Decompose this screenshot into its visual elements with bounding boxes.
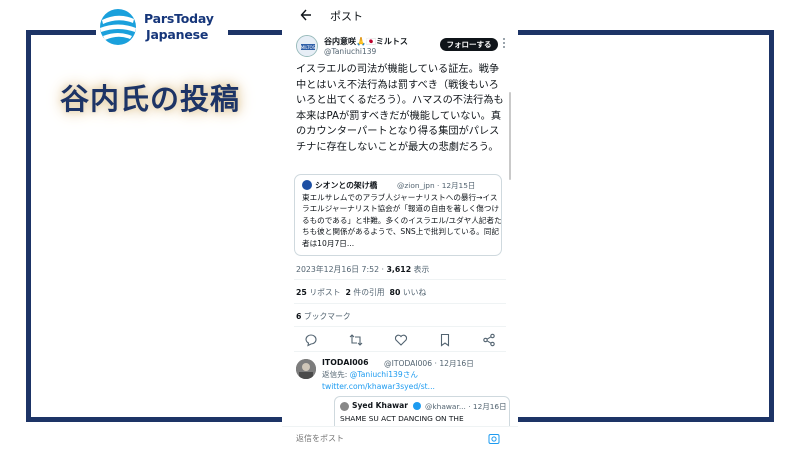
views-label: 表示 bbox=[411, 265, 430, 274]
post-topbar: ポスト bbox=[282, 0, 518, 30]
reply-quoted-meta: @khawar... · 12月16日 bbox=[425, 402, 507, 411]
reply-post[interactable]: ITODAI006 @ITODAI006 · 12月16日 返信先: @Tani… bbox=[296, 357, 510, 436]
tweet-screenshot: ポスト MILTOS 谷内意咲🙏🇯🇵ミルトス @Taniuchi139 フォロー… bbox=[282, 0, 518, 450]
divider bbox=[294, 279, 506, 280]
likes-label[interactable]: いいね bbox=[400, 288, 426, 297]
parstoday-logo: ParsToday Japanese bbox=[96, 6, 228, 48]
reply-to: 返信先: @Taniuchi139さん bbox=[322, 369, 418, 380]
logo-line-2: Japanese bbox=[146, 27, 209, 42]
quoted-text: 東エルサレムでのアラブ人ジャーナリストへの暴行→イスラエルジャーナリスト協会が「… bbox=[302, 193, 502, 248]
divider bbox=[294, 326, 506, 327]
repost-icon[interactable] bbox=[349, 333, 363, 347]
quoted-author-avatar bbox=[302, 180, 312, 190]
quotes-label[interactable]: 件の引用 bbox=[351, 288, 390, 297]
bookmark-stats: 6 ブックマーク bbox=[296, 311, 351, 322]
likes-count[interactable]: 80 bbox=[390, 288, 401, 297]
reposts-label[interactable]: リポスト bbox=[307, 288, 346, 297]
reply-avatar-image-icon bbox=[296, 359, 316, 379]
like-icon[interactable] bbox=[394, 333, 408, 347]
reply-to-mention[interactable]: @Taniuchi139さん bbox=[350, 370, 418, 379]
engagement-stats: 25 リポスト 2 件の引用 80 いいね bbox=[296, 287, 426, 298]
globe-logo-icon bbox=[100, 9, 136, 45]
reply-author-avatar[interactable] bbox=[296, 359, 316, 379]
bookmark-icon[interactable] bbox=[438, 333, 452, 347]
logo-wordmark: ParsToday Japanese bbox=[144, 10, 214, 42]
logo-line-1: ParsToday bbox=[144, 10, 214, 26]
author-name[interactable]: 谷内意咲🙏🇯🇵ミルトス bbox=[324, 36, 408, 47]
reply-link[interactable]: twitter.com/khawar3syed/st... bbox=[322, 382, 435, 391]
quoted-meta: @zion_jpn · 12月15日 bbox=[397, 181, 476, 190]
action-bar bbox=[294, 333, 506, 347]
avatar-image-icon: MILTOS bbox=[297, 36, 317, 56]
svg-text:MILTOS: MILTOS bbox=[301, 45, 316, 50]
author-handle[interactable]: @Taniuchi139 bbox=[324, 47, 376, 56]
reposts-count[interactable]: 25 bbox=[296, 288, 307, 297]
reply-quoted-name: Syed Khawar bbox=[352, 401, 408, 410]
bookmarks-label[interactable]: ブックマーク bbox=[301, 312, 351, 321]
post-text: イスラエルの司法が機能している証左。戦争中とはいえ不法行為は罰すべき（戦後もいろ… bbox=[296, 64, 504, 153]
follow-button[interactable]: フォローする bbox=[440, 38, 498, 51]
reply-to-prefix: 返信先: bbox=[322, 370, 350, 379]
headline-title: 谷内氏の投稿 bbox=[60, 82, 241, 116]
reply-meta: @ITODAI006 · 12月16日 bbox=[384, 359, 474, 368]
post-timestamp: 2023年12月16日 7:52 · 3,612 表示 bbox=[296, 264, 429, 275]
verified-badge-icon bbox=[413, 402, 421, 410]
views-count: 3,612 bbox=[386, 265, 412, 274]
page-title: ポスト bbox=[330, 10, 363, 23]
reply-quoted-avatar bbox=[340, 402, 349, 411]
quoted-author-name: シオンとの架け橋 bbox=[315, 181, 378, 190]
scrollbar[interactable] bbox=[509, 92, 511, 180]
divider bbox=[294, 351, 506, 352]
image-icon[interactable] bbox=[488, 433, 500, 445]
share-icon[interactable] bbox=[482, 333, 496, 347]
video-frame: ParsToday Japanese 谷内氏の投稿 ポスト MILTOS 谷内意… bbox=[0, 0, 800, 450]
more-vertical-icon[interactable] bbox=[502, 37, 506, 49]
reply-icon[interactable] bbox=[304, 333, 318, 347]
reply-input[interactable] bbox=[296, 434, 476, 443]
divider bbox=[294, 303, 506, 304]
author-avatar[interactable]: MILTOS bbox=[296, 35, 318, 57]
reply-quoted-text: SHAME SU ACT DANCING ON THE bbox=[340, 414, 464, 423]
reply-composer bbox=[282, 426, 518, 450]
quoted-post[interactable]: シオンとの架け橋 @zion_jpn · 12月15日 東エルサレムでのアラブ人… bbox=[294, 174, 502, 256]
reply-author-name[interactable]: ITODAI006 bbox=[322, 358, 369, 367]
arrow-left-icon[interactable] bbox=[300, 8, 312, 22]
timestamp-text: 2023年12月16日 7:52 · bbox=[296, 265, 387, 274]
